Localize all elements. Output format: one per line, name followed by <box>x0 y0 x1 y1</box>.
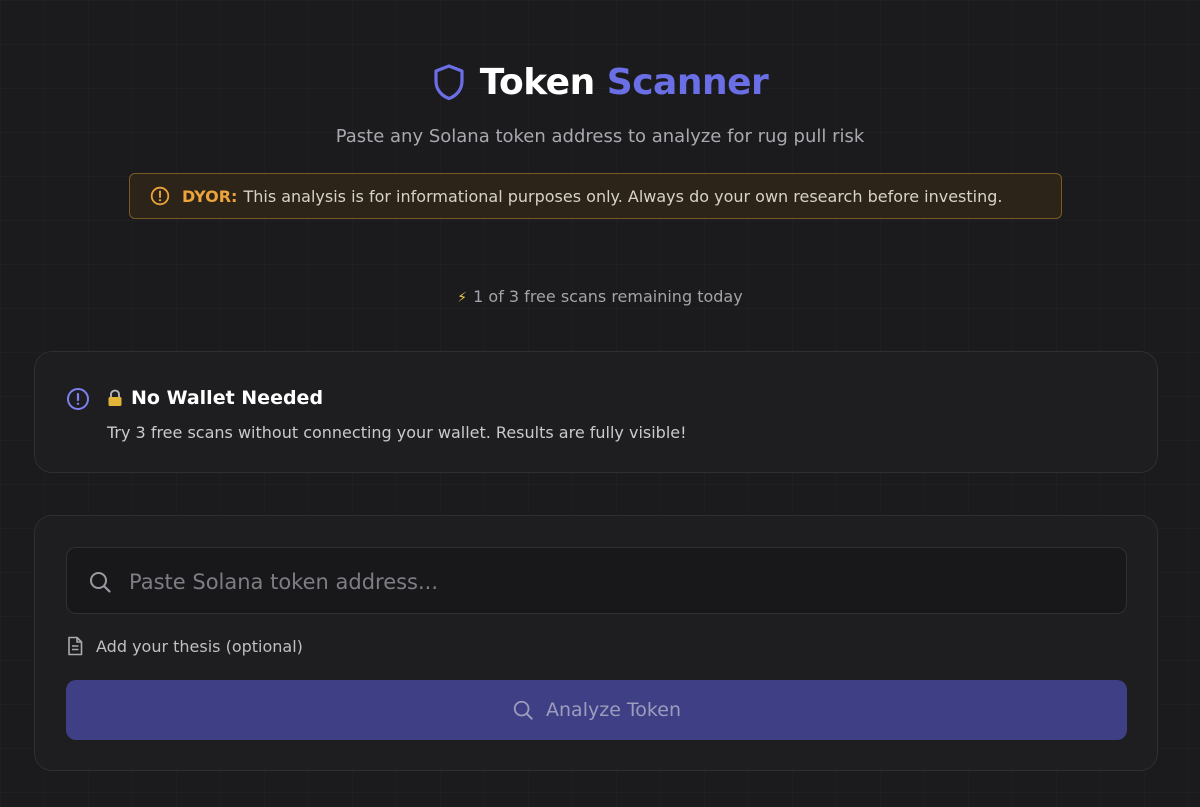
scan-quota-text: 1 of 3 free scans remaining today <box>473 287 743 306</box>
token-address-field[interactable] <box>66 547 1127 615</box>
document-icon <box>68 636 83 656</box>
no-wallet-info-card: No Wallet Needed Try 3 free scans withou… <box>34 351 1158 473</box>
info-card-text: Try 3 free scans without connecting your… <box>107 423 687 442</box>
search-icon <box>513 700 533 720</box>
lock-icon <box>108 389 122 406</box>
dyor-text: This analysis is for informational purpo… <box>243 186 1003 206</box>
add-thesis-toggle[interactable]: Add your thesis (optional) <box>66 636 303 656</box>
add-thesis-label: Add your thesis (optional) <box>96 636 303 656</box>
analyze-token-button[interactable]: Analyze Token <box>66 680 1127 740</box>
alert-circle-icon <box>150 186 170 206</box>
page: Token Scanner Paste any Solana token add… <box>0 0 1200 807</box>
page-header: Token Scanner <box>0 56 1200 108</box>
token-address-input[interactable] <box>127 548 1111 615</box>
shield-icon <box>434 64 464 101</box>
scan-form-card: Add your thesis (optional) Analyze Token <box>34 515 1158 771</box>
dyor-label: DYOR: <box>182 186 238 206</box>
title-scanner: Scanner <box>606 61 769 103</box>
lightning-bolt-icon: ⚡ <box>457 290 468 306</box>
info-card-title-text: No Wallet Needed <box>131 387 324 409</box>
info-card-title: No Wallet Needed <box>107 387 323 409</box>
dyor-disclaimer-banner: DYOR: This analysis is for informational… <box>129 173 1062 219</box>
scan-quota: ⚡ 1 of 3 free scans remaining today <box>0 287 1200 306</box>
analyze-button-label: Analyze Token <box>546 699 681 721</box>
search-icon <box>90 572 111 593</box>
info-circle-icon <box>67 388 89 410</box>
title-token: Token <box>479 61 596 103</box>
page-subtitle: Paste any Solana token address to analyz… <box>335 126 865 147</box>
page-title: Token Scanner <box>480 62 769 103</box>
